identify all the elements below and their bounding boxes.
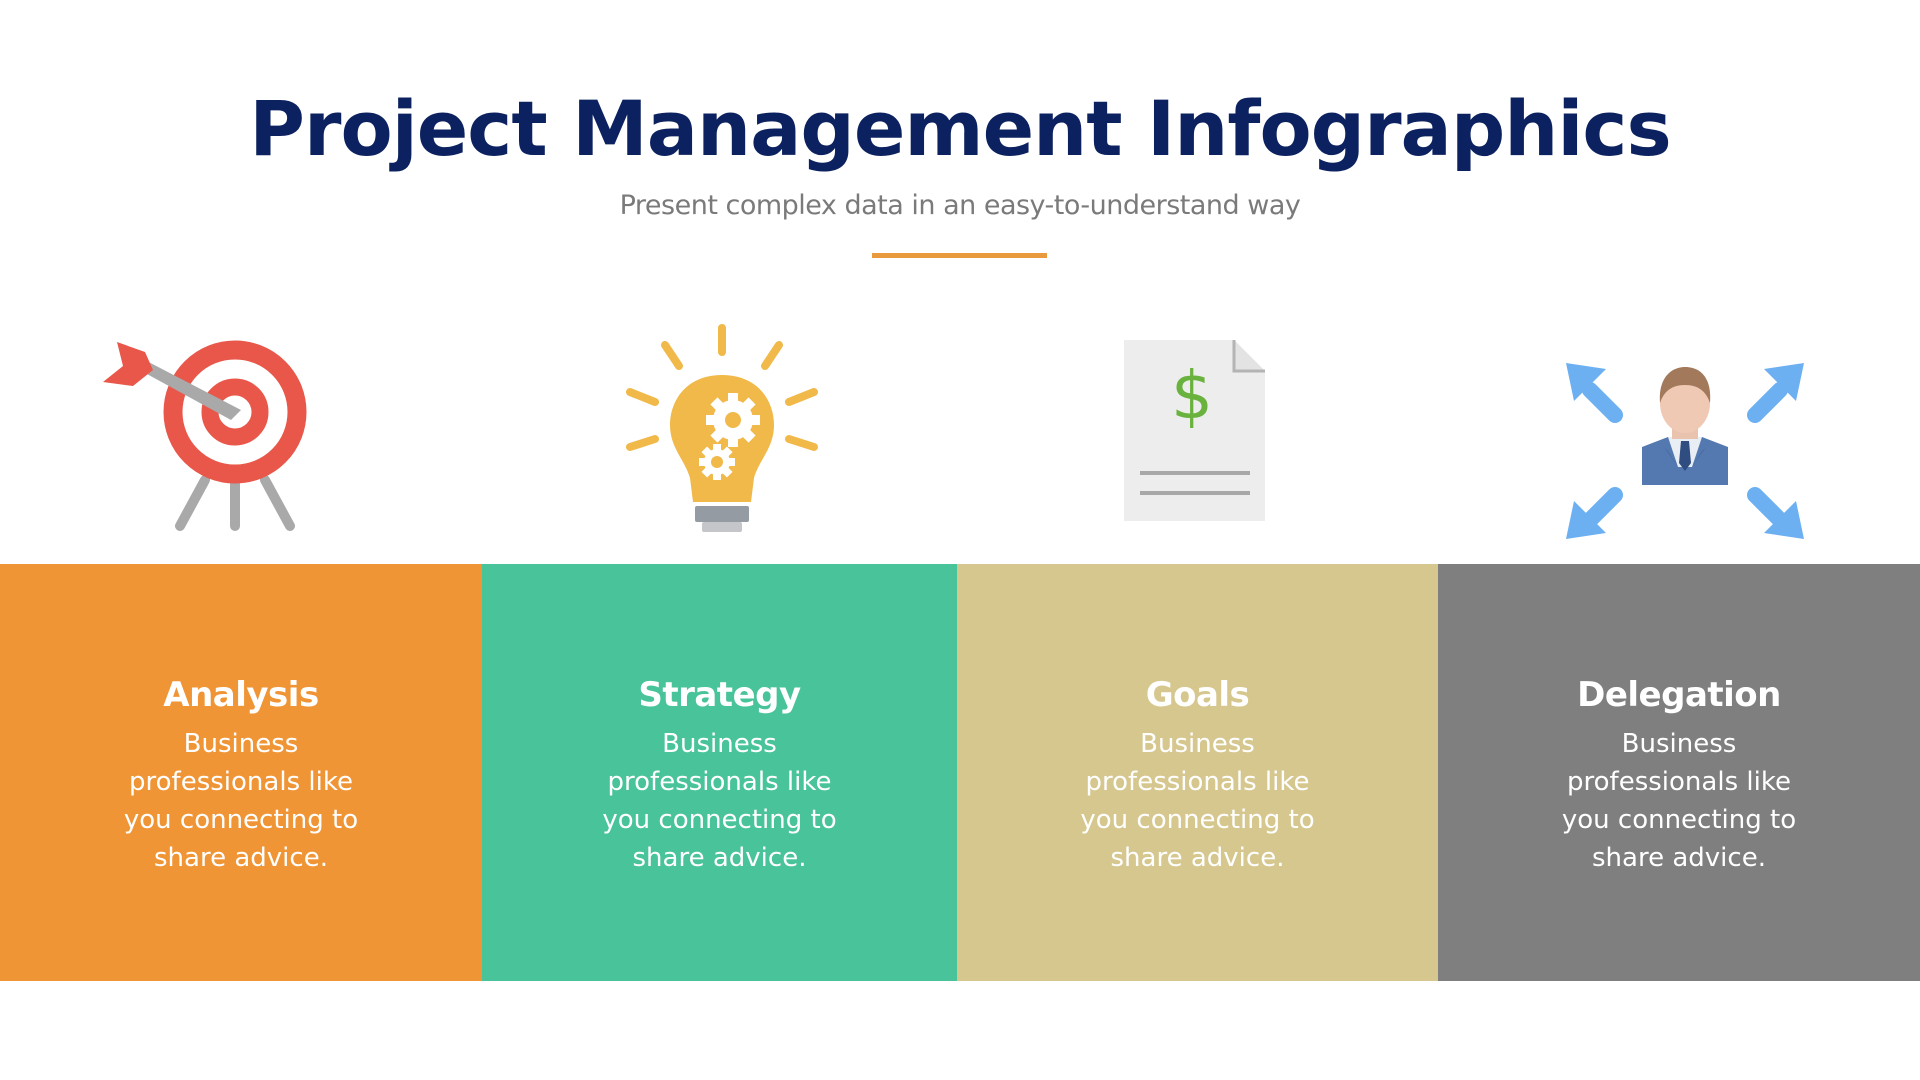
panel-body: Business professionals like you connecti… [1561, 729, 1797, 873]
lightbulb-gears-icon [626, 324, 818, 532]
dollar-document-icon: $ [1124, 340, 1265, 521]
panel-strategy: Strategy Business professionals like you… [482, 564, 957, 981]
target-arrow-icon [103, 340, 307, 531]
panel-title: Goals [1145, 675, 1250, 715]
panel-analysis: Analysis Business professionals like you… [0, 564, 482, 981]
page-subtitle: Present complex data in an easy-to-under… [619, 190, 1301, 221]
panel-body: Business professionals like you connecti… [123, 729, 359, 873]
person-arrows-icon [1566, 363, 1804, 539]
panel-title: Strategy [638, 675, 801, 715]
panel-goals: Goals Business professionals like you co… [957, 564, 1438, 981]
panel-title: Analysis [163, 675, 319, 715]
page-title: Project Management Infographics [249, 84, 1671, 173]
panel-title: Delegation [1577, 675, 1781, 715]
panel-body: Business professionals like you connecti… [1080, 729, 1315, 873]
panel-delegation: Delegation Business professionals like y… [1438, 564, 1920, 981]
svg-text:$: $ [1171, 357, 1213, 434]
accent-divider [872, 253, 1047, 258]
panel-body: Business professionals like you connecti… [602, 729, 837, 873]
panels-row: Analysis Business professionals like you… [0, 564, 1920, 981]
